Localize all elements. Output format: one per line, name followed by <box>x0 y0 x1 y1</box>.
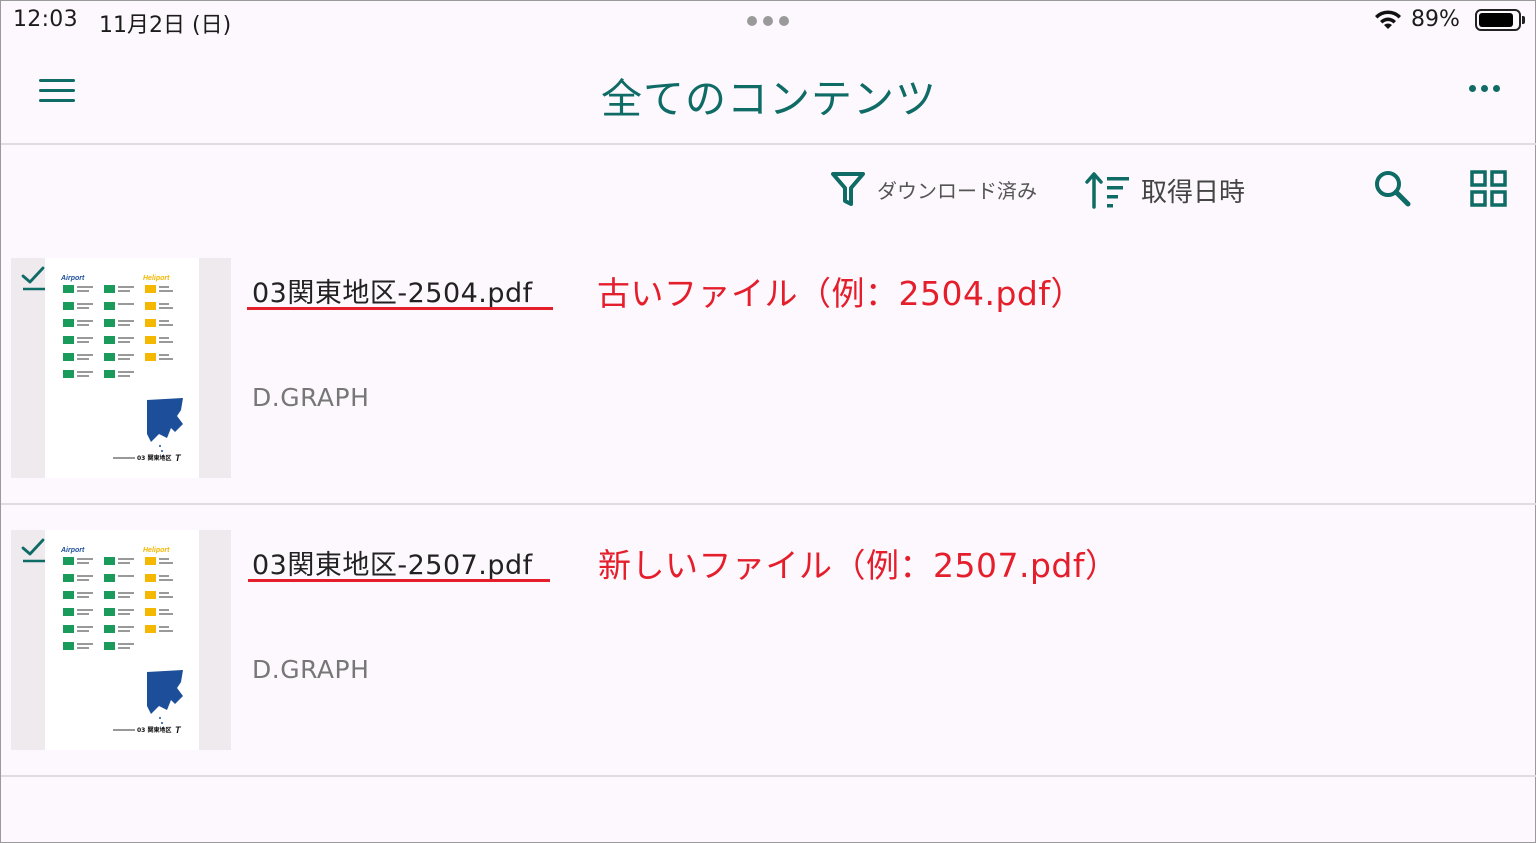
app-bar: 全てのコンテンツ <box>1 41 1536 145</box>
status-bar: 12:03 11月2日 (日) 89% <box>1 1 1536 41</box>
more-horizontal-icon[interactable] <box>1469 85 1500 92</box>
publisher-label: D.GRAPH <box>252 383 370 412</box>
thumbnail-graphic: Airport Heliport 03 関東地区 T <box>60 547 183 735</box>
pdf-thumbnail[interactable]: Airport Heliport 03 関東地区 T <box>11 258 231 478</box>
filename-underline <box>247 307 553 310</box>
thumb-footer: 03 関東地区 <box>137 454 171 462</box>
wifi-icon <box>1375 10 1401 29</box>
thumb-right-heading: Heliport <box>143 275 170 282</box>
page-title: 全てのコンテンツ <box>601 75 937 123</box>
downloaded-check-icon[interactable] <box>21 537 47 563</box>
filter-label: ダウンロード済み <box>877 178 1037 203</box>
grid-view-icon[interactable] <box>1469 169 1509 209</box>
status-time: 12:03 <box>13 7 78 32</box>
pdf-thumbnail[interactable]: Airport Heliport 03 関東地区 T <box>11 530 231 750</box>
list-item[interactable]: Airport Heliport <box>1 231 1536 505</box>
thumb-footer-mark: T <box>175 725 182 735</box>
annotation-old-file: 古いファイル（例：2504.pdf） <box>597 274 1084 313</box>
search-icon[interactable] <box>1373 169 1413 209</box>
battery-icon <box>1475 9 1525 31</box>
sort-ascending-icon <box>1085 172 1129 209</box>
thumb-footer: 03 関東地区 <box>137 726 171 734</box>
filter-funnel-icon <box>831 172 865 206</box>
battery-percent: 89% <box>1411 7 1460 32</box>
content-toolbar: ダウンロード済み 取得日時 <box>1 161 1536 221</box>
downloaded-check-icon[interactable] <box>21 265 47 291</box>
sort-label: 取得日時 <box>1141 177 1246 208</box>
multitasking-dots-icon[interactable] <box>747 16 789 26</box>
file-name[interactable]: 03関東地区-2507.pdf <box>252 543 533 582</box>
thumbnail-page: Airport Heliport 03 関東地区 T <box>45 258 199 478</box>
thumbnail-graphic: Airport Heliport 03 関東地区 T <box>60 275 183 463</box>
filter-button[interactable]: ダウンロード済み <box>831 171 1037 207</box>
filename-underline <box>248 579 550 582</box>
thumb-footer-mark: T <box>175 453 182 463</box>
publisher-label: D.GRAPH <box>252 655 370 684</box>
thumb-left-heading: Airport <box>60 547 85 554</box>
list-item[interactable]: Airport Heliport <box>1 503 1536 777</box>
thumbnail-page: Airport Heliport 03 関東地区 T <box>45 530 199 750</box>
file-name[interactable]: 03関東地区-2504.pdf <box>252 271 533 310</box>
annotation-new-file: 新しいファイル（例：2507.pdf） <box>598 546 1119 585</box>
thumb-right-heading: Heliport <box>143 547 170 554</box>
status-date: 11月2日 (日) <box>99 13 232 38</box>
sort-button[interactable]: 取得日時 <box>1085 171 1245 209</box>
thumb-left-heading: Airport <box>60 275 85 282</box>
